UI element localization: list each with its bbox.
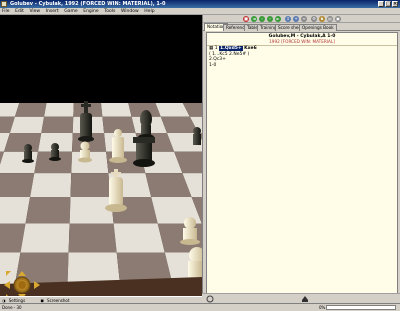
engine-icon[interactable]: ♞: [319, 16, 325, 22]
settings-icon[interactable]: ⚙: [311, 16, 317, 22]
move-number: 1: [215, 46, 218, 51]
menu-window[interactable]: Window: [119, 8, 141, 15]
white-pawn-3[interactable]: [188, 247, 202, 277]
board-square[interactable]: [69, 224, 117, 253]
black-rook[interactable]: [133, 137, 155, 167]
current-move[interactable]: 1.Qxd5+: [219, 46, 243, 51]
board-square[interactable]: [114, 224, 165, 253]
back-button[interactable]: ‹: [259, 16, 265, 22]
board-square[interactable]: [0, 152, 38, 173]
black-pawn-3[interactable]: [193, 127, 201, 145]
pane-tabs: Notation Reference Table Training Score …: [203, 23, 400, 31]
menu-game[interactable]: Game: [62, 8, 79, 15]
pawn-icon[interactable]: [302, 296, 308, 300]
chess-board-3d[interactable]: [0, 15, 202, 296]
board-square[interactable]: [101, 103, 132, 117]
menu-engine[interactable]: Engine: [81, 8, 100, 15]
board-square[interactable]: [30, 173, 71, 197]
board-square[interactable]: [44, 103, 74, 117]
clock-icon[interactable]: [207, 296, 213, 302]
maximize-button[interactable]: □: [385, 1, 391, 7]
board-square[interactable]: [21, 224, 70, 253]
board-square[interactable]: [0, 173, 34, 197]
close-button[interactable]: ×: [392, 1, 398, 7]
board-background: [0, 15, 202, 105]
board-square[interactable]: [71, 173, 111, 197]
new-game-icon[interactable]: +: [293, 16, 299, 22]
navigation-toolbar: ■ ◄ ‹ › ► ↕ + ≡ ⚙ ♞ ▤ ▣: [203, 15, 400, 23]
board-square[interactable]: [68, 253, 121, 285]
forward-button[interactable]: ›: [267, 16, 273, 22]
status-bar: Done - 30 0%: [0, 303, 400, 310]
menu-bar: File Edit View Insert Game Engine Tools …: [0, 8, 400, 15]
tab-openings-book[interactable]: Openings Book: [299, 24, 337, 31]
end-button[interactable]: ►: [275, 16, 281, 22]
black-reply[interactable]: Kxe6: [244, 46, 257, 51]
game-result: 1-0: [207, 63, 397, 69]
board-square[interactable]: [0, 197, 30, 224]
menu-insert[interactable]: Insert: [44, 8, 61, 15]
save-icon[interactable]: ▣: [335, 16, 341, 22]
stop-button[interactable]: ■: [243, 16, 249, 22]
options-icon[interactable]: ≡: [301, 16, 307, 22]
print-icon[interactable]: ▤: [327, 16, 333, 22]
board-square[interactable]: [10, 117, 44, 133]
board-square[interactable]: [15, 103, 47, 117]
board-thumb-icon: ▦: [209, 46, 213, 51]
3d-board-pane[interactable]: [0, 15, 202, 296]
app-icon: [1, 1, 7, 7]
start-button[interactable]: ◄: [251, 16, 257, 22]
menu-edit[interactable]: Edit: [13, 8, 26, 15]
board-square[interactable]: [26, 197, 71, 224]
notation-panel[interactable]: Golubev,M - Cybulak,A 1-0 1992 [FORCED W…: [206, 32, 398, 303]
notation-bottom-bar: [202, 293, 400, 303]
flip-board-icon[interactable]: ↕: [285, 16, 291, 22]
board-toolbar: ◑ Settings ◼ Screenshot: [0, 296, 202, 303]
menu-view[interactable]: View: [27, 8, 42, 15]
notation-pane: ■ ◄ ‹ › ► ↕ + ≡ ⚙ ♞ ▤ ▣ Notation Referen…: [202, 15, 400, 303]
game-subheader: 1992 [FORCED WIN: MATERIAL]: [207, 39, 397, 46]
board-square[interactable]: [41, 117, 73, 133]
menu-help[interactable]: Help: [142, 8, 156, 15]
window-title: Golubev - Cybulak, 1992 (FORCED WIN: MAT…: [10, 1, 165, 7]
menu-file[interactable]: File: [0, 8, 12, 15]
progress-bar: [326, 305, 396, 310]
title-bar: Golubev - Cybulak, 1992 (FORCED WIN: MAT…: [0, 0, 400, 8]
board-square[interactable]: [4, 133, 41, 152]
menu-tools[interactable]: Tools: [102, 8, 117, 15]
minimize-button[interactable]: _: [378, 1, 384, 7]
